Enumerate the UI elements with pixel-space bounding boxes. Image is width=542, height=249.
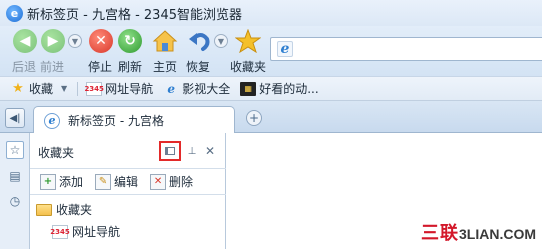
back-button[interactable]: ◀ (12, 28, 38, 54)
close-icon: ✕ (204, 144, 216, 158)
folder-icon (36, 203, 52, 216)
undo-arrow-icon (189, 33, 210, 51)
chevron-down-icon: ▼ (214, 34, 228, 48)
forward-label: 前进 (40, 60, 65, 74)
restore-label: 恢复 (186, 60, 211, 74)
tab-bar: ◀| e 新标签页 - 九宫格 + (0, 101, 542, 134)
favorites-panel: 收藏夹 ⊥ ✕ + 添加 ✎ 编辑 ✕ 删除 收藏夹 2345 网址导航 (30, 133, 226, 249)
page-content: 三联 3LIAN.COM (226, 133, 542, 249)
bookmark-item-nav[interactable]: 2345 网址导航 (84, 80, 154, 97)
chevron-down-icon: ▼ (61, 84, 68, 93)
bookmark-label: 网址导航 (105, 82, 154, 96)
ie-e-icon: e (44, 112, 60, 129)
favorites-actions: + 添加 ✎ 编辑 ✕ 删除 (30, 169, 226, 195)
separator (77, 81, 79, 96)
star-outline-icon: ☆ (9, 143, 21, 157)
ie-e-icon: e (277, 41, 293, 57)
2345-icon: 2345 (84, 81, 104, 96)
notepad-icon: ▤ (9, 169, 21, 183)
new-tab-button[interactable]: + (246, 110, 262, 126)
title-bar: e 新标签页 - 九宫格 - 2345智能浏览器 (0, 0, 542, 26)
edit-pencil-icon: ✎ (95, 173, 112, 190)
bookmarks-bar: ★ 收藏 ▼ 2345 网址导航 e 影视大全 ▦ 好看的动... (0, 76, 542, 101)
history-dropdown-button[interactable]: ▼ (64, 28, 86, 54)
tree-item-site[interactable]: 2345 网址导航 (50, 223, 121, 240)
plus-icon: + (248, 111, 260, 125)
edit-label: 编辑 (114, 175, 139, 189)
2345-icon: 2345 (50, 224, 70, 239)
add-favorite-button[interactable]: + 添加 (40, 173, 83, 190)
restore-button[interactable] (186, 28, 212, 54)
chevron-down-icon: ▼ (68, 34, 82, 48)
sidebar-collapse-icon: ◀| (9, 112, 21, 124)
bookmark-label: 好看的动... (259, 82, 319, 96)
favorites-panel-header: 收藏夹 ⊥ ✕ (30, 133, 226, 169)
bookmark-item-videos[interactable]: e 影视大全 (163, 80, 230, 97)
home-button[interactable] (152, 28, 178, 54)
bookmark-item-anime[interactable]: ▦ 好看的动... (240, 80, 319, 97)
delete-icon: ✕ (150, 173, 167, 190)
stop-label: 停止 (88, 60, 113, 74)
back-arrow-icon: ◀ (13, 29, 37, 53)
favorites-label: 收藏夹 (230, 60, 267, 74)
address-bar[interactable]: e (270, 37, 542, 61)
forward-arrow-icon: ▶ (41, 29, 65, 53)
pin-button[interactable]: ⊥ (184, 143, 200, 159)
rail-notes-button[interactable]: ▤ (6, 167, 24, 185)
home-icon (152, 30, 178, 52)
bookmarks-favorites-label: 收藏 (29, 82, 54, 96)
tree-item-label: 网址导航 (72, 225, 121, 239)
watermark-logo: 三联 3LIAN.COM (421, 219, 536, 245)
refresh-label: 刷新 (118, 60, 143, 74)
restore-dropdown-button[interactable]: ▼ (212, 28, 230, 54)
close-panel-button[interactable]: ✕ (202, 143, 218, 159)
window-title: 新标签页 - 九宫格 - 2345智能浏览器 (27, 7, 242, 23)
movie-icon: ▦ (240, 81, 257, 96)
delete-label: 删除 (169, 175, 194, 189)
watermark-part2: 3LIAN.COM (459, 226, 536, 242)
bookmark-label: 影视大全 (182, 82, 231, 96)
add-label: 添加 (59, 175, 84, 189)
ie-e-icon: e (167, 81, 175, 96)
favorites-button[interactable] (235, 28, 261, 54)
rail-favorites-button[interactable]: ☆ (6, 141, 24, 159)
watermark-part1: 三联 (421, 223, 459, 243)
main-toolbar: ◀ ▶ ▼ ✕ ↻ ▼ 后退 前进 停止 刷新 主页 恢复 收藏夹 e (0, 26, 542, 76)
back-label: 后退 (12, 60, 37, 74)
favorites-panel-title: 收藏夹 (38, 146, 75, 160)
bookmarks-favorites-menu[interactable]: ★ 收藏 ▼ (10, 80, 67, 97)
home-label: 主页 (153, 60, 178, 74)
stop-button[interactable]: ✕ (88, 28, 114, 54)
star-icon: ★ (12, 81, 24, 96)
stop-x-icon: ✕ (89, 29, 113, 53)
delete-favorite-button[interactable]: ✕ 删除 (150, 173, 193, 190)
rail-history-button[interactable]: ◷ (6, 192, 24, 210)
clock-icon: ◷ (9, 194, 21, 208)
sidebar-toggle-button[interactable]: ◀| (5, 108, 25, 128)
pin-icon: ⊥ (187, 145, 197, 157)
sidebar-rail: ☆ ▤ ◷ (0, 133, 30, 249)
dock-panel-icon (165, 147, 175, 155)
edit-favorite-button[interactable]: ✎ 编辑 (95, 173, 138, 190)
tree-folder-favorites[interactable]: 收藏夹 (36, 201, 92, 218)
refresh-icon: ↻ (118, 29, 142, 53)
tab-label: 新标签页 - 九宫格 (68, 114, 164, 128)
browser-logo-icon: e (6, 4, 23, 22)
add-icon: + (40, 173, 56, 190)
tree-item-label: 收藏夹 (56, 203, 93, 217)
tab-new-tab[interactable]: e 新标签页 - 九宫格 (33, 106, 235, 134)
star-icon (235, 29, 261, 53)
dock-panel-button[interactable] (159, 141, 181, 161)
refresh-button[interactable]: ↻ (117, 28, 143, 54)
forward-button[interactable]: ▶ (40, 28, 66, 54)
